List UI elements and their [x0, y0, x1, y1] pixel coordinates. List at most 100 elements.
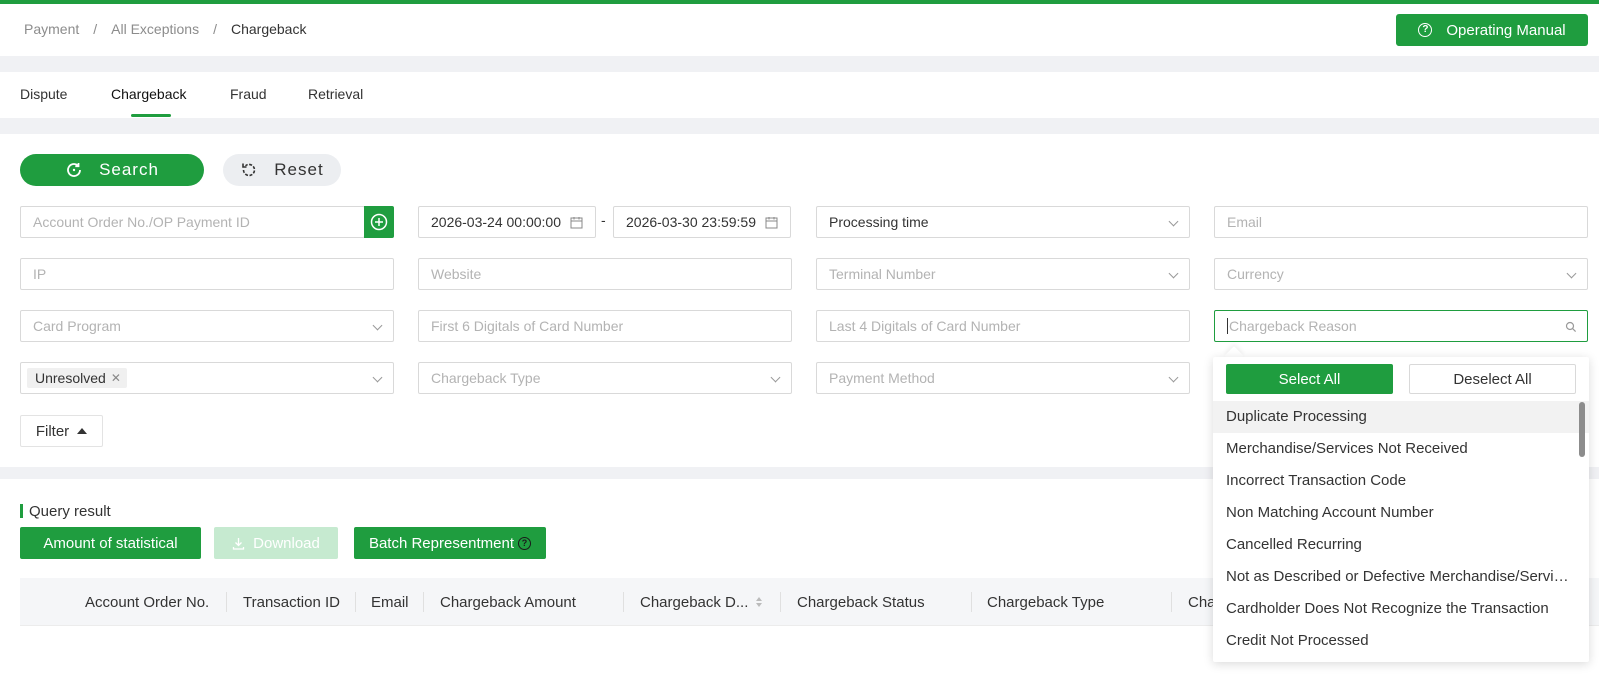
- breadcrumb-chargeback: Chargeback: [230, 21, 307, 37]
- sort-icon[interactable]: [755, 595, 763, 611]
- order-id-input[interactable]: Account Order No./OP Payment ID: [20, 206, 365, 238]
- chevron-down-icon: [1168, 216, 1179, 227]
- website-placeholder: Website: [431, 266, 482, 282]
- amount-statistical-label: Amount of statistical: [43, 534, 178, 552]
- question-circle-icon: ?: [1418, 23, 1433, 37]
- chevron-down-icon: [1566, 268, 1577, 279]
- filter-toggle-label: Filter: [35, 422, 70, 440]
- column-transaction-id[interactable]: Transaction ID: [243, 594, 340, 611]
- currency-select[interactable]: Currency: [1214, 258, 1588, 290]
- column-divider: [423, 592, 424, 612]
- search-label: Search: [99, 160, 159, 179]
- column-chargeback-truncated[interactable]: Cha: [1188, 594, 1216, 611]
- breadcrumb-separator: /: [213, 21, 217, 37]
- terminal-number-select[interactable]: Terminal Number: [816, 258, 1190, 290]
- reset-label: Reset: [274, 160, 324, 179]
- tab-dispute[interactable]: Dispute: [20, 86, 67, 102]
- column-chargeback-type[interactable]: Chargeback Type: [987, 594, 1104, 611]
- reset-button[interactable]: Reset: [223, 154, 341, 186]
- terminal-placeholder: Terminal Number: [829, 266, 936, 282]
- search-button[interactable]: Search: [20, 154, 204, 186]
- close-icon[interactable]: ✕: [111, 371, 121, 385]
- chevron-down-icon: [1168, 268, 1179, 279]
- column-chargeback-status[interactable]: Chargeback Status: [797, 594, 925, 611]
- chevron-down-icon: [1168, 372, 1179, 383]
- download-button[interactable]: Download: [214, 527, 338, 559]
- search-icon: [1565, 320, 1577, 336]
- batch-representment-label: Batch Representment: [368, 534, 515, 552]
- caret-up-icon: [77, 428, 88, 434]
- download-label: Download: [253, 534, 320, 552]
- operating-manual-label: Operating Manual: [1446, 21, 1566, 39]
- reason-option[interactable]: Cancelled Recurring: [1213, 529, 1589, 561]
- chargeback-status-select[interactable]: Unresolved ✕: [20, 362, 394, 394]
- tab-fraud[interactable]: Fraud: [230, 86, 267, 102]
- time-type-select[interactable]: Processing time: [816, 206, 1190, 238]
- select-all-button[interactable]: Select All: [1226, 364, 1393, 394]
- text-cursor: [1227, 318, 1228, 334]
- last4-placeholder: Last 4 Digitals of Card Number: [829, 318, 1021, 334]
- dropdown-scrollbar[interactable]: [1579, 402, 1585, 457]
- first6-digits-input[interactable]: First 6 Digitals of Card Number: [418, 310, 792, 342]
- date-end-value: 2026-03-30 23:59:59: [626, 214, 756, 230]
- column-chargeback-amount[interactable]: Chargeback Amount: [440, 594, 576, 611]
- breadcrumb-all-exceptions[interactable]: All Exceptions: [111, 21, 199, 37]
- payment-method-placeholder: Payment Method: [829, 370, 935, 386]
- chargeback-reason-placeholder: Chargeback Reason: [1229, 318, 1357, 334]
- reason-option[interactable]: Non Matching Account Number: [1213, 497, 1589, 529]
- deselect-all-button[interactable]: Deselect All: [1409, 364, 1576, 394]
- reason-option[interactable]: Duplicate Processing: [1213, 401, 1589, 433]
- date-separator: -: [601, 212, 606, 228]
- amount-statistical-button[interactable]: Amount of statistical: [20, 527, 201, 559]
- payment-method-select[interactable]: Payment Method: [816, 362, 1190, 394]
- batch-representment-button[interactable]: Batch Representment ?: [354, 527, 546, 559]
- first6-placeholder: First 6 Digitals of Card Number: [431, 318, 624, 334]
- chargeback-type-placeholder: Chargeback Type: [431, 370, 541, 386]
- reason-option[interactable]: Merchandise/Services Not Received: [1213, 433, 1589, 465]
- calendar-icon: [570, 216, 583, 232]
- download-icon: [232, 537, 245, 550]
- email-placeholder: Email: [1227, 214, 1263, 230]
- card-program-select[interactable]: Card Program: [20, 310, 394, 342]
- tab-chargeback[interactable]: Chargeback: [111, 86, 187, 102]
- column-chargeback-date[interactable]: Chargeback D...: [640, 594, 748, 611]
- breadcrumb-separator: /: [93, 21, 98, 37]
- column-account-order-no[interactable]: Account Order No.: [85, 594, 209, 611]
- column-divider: [1171, 592, 1172, 612]
- breadcrumb-payment[interactable]: Payment: [24, 21, 79, 37]
- reason-option[interactable]: Cardholder Does Not Recognize the Transa…: [1213, 593, 1589, 625]
- column-email[interactable]: Email: [371, 594, 409, 611]
- date-end-input[interactable]: 2026-03-30 23:59:59: [613, 206, 791, 238]
- status-tag-label: Unresolved: [35, 370, 106, 386]
- reason-option[interactable]: Incorrect Transaction Code: [1213, 465, 1589, 497]
- website-input[interactable]: Website: [418, 258, 792, 290]
- header-bar: Payment / All Exceptions / Chargeback ? …: [0, 4, 1599, 56]
- chargeback-type-select[interactable]: Chargeback Type: [418, 362, 792, 394]
- section-marker: [20, 504, 23, 518]
- column-divider: [623, 592, 624, 612]
- chevron-down-icon: [770, 372, 781, 383]
- tab-retrieval[interactable]: Retrieval: [308, 86, 363, 102]
- chevron-down-icon: [372, 372, 383, 383]
- last4-digits-input[interactable]: Last 4 Digitals of Card Number: [816, 310, 1190, 342]
- reason-option[interactable]: Credit Not Processed: [1213, 625, 1589, 657]
- date-start-input[interactable]: 2026-03-24 00:00:00: [418, 206, 596, 238]
- status-tag: Unresolved ✕: [27, 368, 127, 388]
- reason-option[interactable]: Not as Described or Defective Merchandis…: [1213, 561, 1589, 593]
- date-start-value: 2026-03-24 00:00:00: [431, 214, 561, 230]
- email-input[interactable]: Email: [1214, 206, 1588, 238]
- query-result-title: Query result: [29, 503, 111, 520]
- operating-manual-button[interactable]: ? Operating Manual: [1396, 14, 1588, 46]
- column-divider: [226, 592, 227, 612]
- order-id-placeholder: Account Order No./OP Payment ID: [33, 214, 250, 230]
- add-order-button[interactable]: [364, 206, 394, 238]
- plus-circle-icon: [370, 213, 388, 231]
- column-divider: [355, 592, 356, 612]
- question-circle-icon: ?: [518, 536, 532, 550]
- chevron-down-icon: [372, 320, 383, 331]
- time-type-value: Processing time: [829, 214, 929, 230]
- reset-icon: [240, 161, 258, 179]
- chargeback-reason-select[interactable]: Chargeback Reason: [1214, 310, 1588, 342]
- ip-input[interactable]: IP: [20, 258, 394, 290]
- filter-toggle-button[interactable]: Filter: [20, 415, 103, 447]
